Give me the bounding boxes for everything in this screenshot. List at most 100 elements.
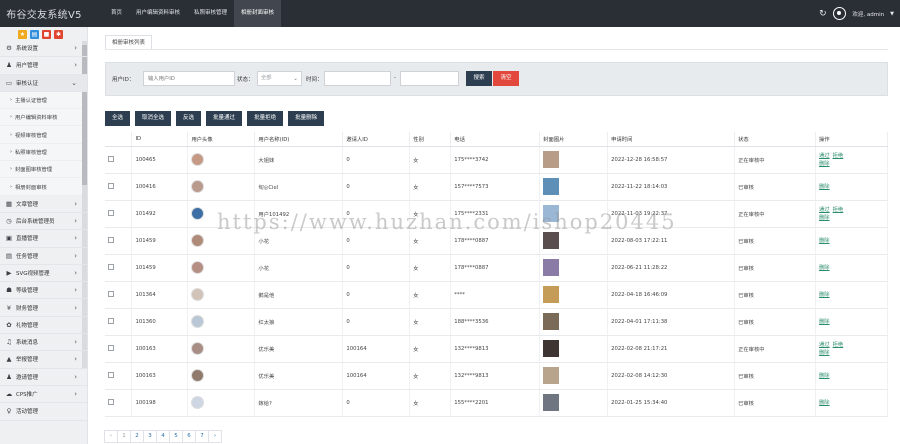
avatar[interactable] — [191, 153, 205, 166]
tab-album-cover-review[interactable]: 相册封面审核 — [234, 0, 282, 27]
prev-page-button[interactable]: ‹ — [104, 430, 118, 443]
tab-home[interactable]: 首页 — [104, 0, 129, 27]
star-icon[interactable]: ★ — [18, 30, 27, 39]
cell-checkbox[interactable] — [105, 200, 133, 228]
cover-image[interactable] — [543, 313, 560, 330]
row-checkbox[interactable] — [108, 237, 114, 244]
caret-down-icon[interactable]: ▼ — [890, 11, 894, 17]
delete-link[interactable]: 删除 — [819, 215, 830, 221]
reject-link[interactable]: 拒绝 — [833, 342, 844, 348]
cover-image[interactable] — [543, 178, 560, 195]
page-4[interactable]: 4 — [156, 430, 170, 443]
row-checkbox[interactable] — [108, 210, 114, 217]
sidebar-item-articles[interactable]: ▦ 文章管理 › — [0, 196, 87, 213]
trash-icon[interactable]: ■ — [42, 30, 51, 39]
cell-checkbox[interactable] — [105, 254, 133, 282]
row-checkbox[interactable] — [108, 264, 114, 271]
status-select[interactable]: 全部 ⌄ — [257, 71, 302, 86]
deselect-all-button[interactable]: 取消全选 — [135, 111, 172, 126]
delete-link[interactable]: 删除 — [819, 319, 830, 325]
delete-link[interactable]: 删除 — [819, 373, 830, 379]
clear-button[interactable]: 清空 — [493, 71, 519, 86]
avatar[interactable] — [191, 261, 205, 274]
sidebar-item-finance[interactable]: ¥ 财务管理 › — [0, 299, 87, 317]
delete-link[interactable]: 删除 — [819, 238, 830, 244]
uid-input[interactable] — [143, 71, 235, 86]
approve-link[interactable]: 通过 — [819, 207, 830, 213]
sidebar-item-invites[interactable]: ♟ 邀请管理 › — [0, 369, 87, 386]
page-5[interactable]: 5 — [169, 430, 183, 443]
sidebar-subitem-anchor-auth[interactable]: › 主播认证管理 — [0, 91, 87, 110]
cover-image[interactable] — [543, 286, 560, 303]
avatar[interactable] — [191, 180, 205, 193]
sidebar-item-user-management[interactable]: ♟ 用户管理 › — [0, 57, 87, 75]
cell-checkbox[interactable] — [105, 173, 133, 201]
cover-image[interactable] — [543, 394, 560, 411]
sidebar-subitem-private-photo[interactable]: › 私照审核管理 — [0, 143, 87, 162]
cover-image[interactable] — [543, 259, 560, 276]
cell-checkbox[interactable] — [105, 335, 133, 363]
sidebar-item-gifts[interactable]: ✿ 礼物管理 — [0, 317, 87, 335]
cell-checkbox[interactable] — [105, 146, 133, 174]
page-tab[interactable]: 相册审核列表 — [105, 35, 153, 50]
sidebar-subitem-cover-review[interactable]: › 封面图审核管理 — [0, 161, 87, 179]
next-page-button[interactable]: › — [208, 430, 222, 443]
row-checkbox[interactable] — [108, 291, 114, 298]
sidebar-item-live[interactable]: ▣ 直播管理 › — [0, 230, 87, 248]
avatar[interactable] — [191, 207, 205, 220]
cover-image[interactable] — [543, 151, 560, 168]
avatar[interactable] — [833, 7, 847, 20]
row-checkbox[interactable] — [108, 183, 114, 190]
page-1[interactable]: 1 — [117, 430, 131, 443]
cell-checkbox[interactable] — [105, 362, 133, 390]
sidebar-item-svg-video[interactable]: ▶ SVG视频管理 › — [0, 265, 87, 283]
avatar[interactable] — [191, 396, 205, 409]
sidebar-subitem-album-cover[interactable]: › 相册封面审核 — [0, 178, 87, 196]
row-checkbox[interactable] — [108, 372, 114, 379]
sidebar-subitem-video-review[interactable]: › 视频审核管理 — [0, 126, 87, 144]
cell-checkbox[interactable] — [105, 389, 133, 417]
row-checkbox[interactable] — [108, 345, 114, 352]
sidebar-item-levels[interactable]: ☗ 等级管理 › — [0, 282, 87, 300]
delete-link[interactable]: 删除 — [819, 161, 830, 167]
delete-link[interactable]: 删除 — [819, 265, 830, 271]
avatar[interactable] — [191, 315, 205, 328]
cover-image[interactable] — [543, 367, 560, 384]
page-7[interactable]: 7 — [195, 430, 209, 443]
cell-checkbox[interactable] — [105, 281, 133, 309]
sidebar-item-cps[interactable]: ☁ CPS推广 › — [0, 386, 87, 404]
sidebar-item-admins[interactable]: ◷ 后台系统管理员 › — [0, 213, 87, 231]
bulk-reject-button[interactable]: 批量拒绝 — [247, 111, 284, 126]
cover-image[interactable] — [543, 232, 560, 249]
delete-link[interactable]: 删除 — [819, 184, 830, 190]
select-all-button[interactable]: 全选 — [105, 111, 131, 126]
tab-profile-review[interactable]: 用户编辑资料审核 — [129, 0, 187, 27]
delete-link[interactable]: 删除 — [819, 292, 830, 298]
delete-link[interactable]: 删除 — [819, 400, 830, 406]
bulk-delete-button[interactable]: 批量删除 — [288, 111, 325, 126]
reject-link[interactable]: 拒绝 — [833, 153, 844, 159]
start-date-input[interactable] — [324, 71, 391, 86]
page-3[interactable]: 3 — [143, 430, 157, 443]
cell-checkbox[interactable] — [105, 227, 133, 255]
refresh-icon[interactable]: ↻ — [818, 9, 827, 19]
page-6[interactable]: 6 — [182, 430, 196, 443]
page-2[interactable]: 2 — [130, 430, 144, 443]
reject-link[interactable]: 拒绝 — [833, 207, 844, 213]
bulk-approve-button[interactable]: 批量通过 — [206, 111, 243, 126]
avatar[interactable] — [191, 288, 205, 301]
tab-private-photo-review[interactable]: 私照审核管理 — [187, 0, 234, 27]
end-date-input[interactable] — [400, 71, 459, 86]
row-checkbox[interactable] — [108, 156, 114, 163]
sidebar-item-messages[interactable]: ♫ 系统消息 › — [0, 334, 87, 352]
approve-link[interactable]: 通过 — [819, 342, 830, 348]
invert-selection-button[interactable]: 反选 — [176, 111, 202, 126]
settings-icon[interactable]: ✱ — [54, 30, 63, 39]
search-button[interactable]: 搜索 — [466, 71, 492, 86]
avatar[interactable] — [191, 369, 205, 382]
welcome-text[interactable]: 欢迎, admin — [852, 10, 884, 18]
sidebar-subitem-profile-review[interactable]: › 用户编辑资料审核 — [0, 109, 87, 127]
sidebar-item-review[interactable]: ▭ 审核认证 ⌄ — [0, 74, 87, 92]
sidebar-item-reports[interactable]: ▲ 举报管理 › — [0, 351, 87, 369]
approve-link[interactable]: 通过 — [819, 153, 830, 159]
